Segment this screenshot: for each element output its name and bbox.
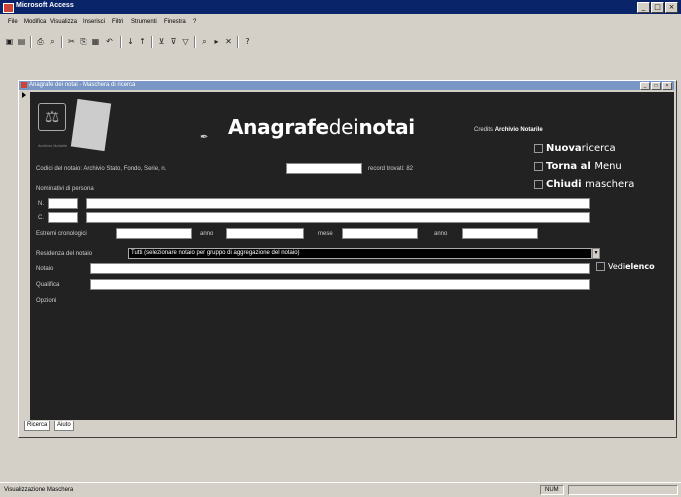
minimize-button[interactable]: _ <box>637 2 650 13</box>
new-record-icon[interactable]: ▸ <box>211 36 222 47</box>
estremi-input-3[interactable] <box>342 228 418 239</box>
logo-caption: Archivio Notarile <box>38 143 68 148</box>
menu-bar: File Modifica Visualizza Inserisci Filtr… <box>0 18 681 30</box>
giorno-label: anno <box>434 231 448 237</box>
status-bar: Visualizzazione Maschera NUM <box>0 482 681 497</box>
app-title: Microsoft Access <box>16 2 74 9</box>
status-mode: NUM <box>545 487 559 493</box>
seal-icon: ⚖ <box>38 103 66 131</box>
estremi-label: Estremi cronologici <box>36 231 87 237</box>
notaio-input[interactable] <box>90 263 590 274</box>
find-icon[interactable]: ⌕ <box>199 36 210 47</box>
form-window-titlebar[interactable]: Anagrafe dei notai - Maschera di ricerca… <box>19 81 674 90</box>
access-app-icon <box>3 3 14 13</box>
close-button[interactable]: × <box>665 2 678 13</box>
back-to-menu-button[interactable]: Torna al Menu <box>534 161 622 172</box>
menu-icon <box>534 161 543 171</box>
notaio-label: Notaio <box>36 266 54 272</box>
preview-icon[interactable]: ⌕ <box>47 36 58 47</box>
copy-icon[interactable]: ⎘ <box>78 36 89 47</box>
sort-ascending-icon[interactable]: ↓ <box>125 36 136 47</box>
status-text: Visualizzazione Maschera <box>4 487 74 493</box>
view-list-button[interactable]: Vedielenco <box>596 262 655 271</box>
cognome-short-input[interactable] <box>48 198 78 209</box>
persona-label: Nominativi di persona <box>36 186 94 192</box>
print-icon[interactable]: ⎙ <box>35 36 46 47</box>
title-bar: Microsoft Access _ □ × <box>0 0 681 14</box>
form-window-title: Anagrafe dei notai - Maschera di ricerca <box>29 82 136 88</box>
paste-icon[interactable]: ▦ <box>90 36 101 47</box>
menu-help[interactable]: ? <box>193 19 196 25</box>
close-form-button[interactable]: Chiudi maschera <box>534 179 634 190</box>
list-icon <box>596 262 605 271</box>
chevron-down-icon[interactable]: ▼ <box>592 248 600 259</box>
child-close-button[interactable]: × <box>662 82 672 90</box>
menu-modifica[interactable]: Modifica <box>24 19 46 25</box>
maximize-button[interactable]: □ <box>651 2 664 13</box>
estremi-input-2[interactable] <box>226 228 304 239</box>
status-pane-empty <box>568 485 678 495</box>
filter-selection-icon[interactable]: ⊻ <box>156 36 167 47</box>
logo: ⚖ Archivio Notarile <box>38 95 118 153</box>
menu-inserisci[interactable]: Inserisci <box>83 19 105 25</box>
record-selector-icon[interactable] <box>22 92 26 98</box>
delete-record-icon[interactable]: ✕ <box>223 36 234 47</box>
row1-label: N. <box>38 201 44 207</box>
menu-filtri[interactable]: Filtri <box>112 19 123 25</box>
codice-input[interactable] <box>286 163 362 174</box>
menu-strumenti[interactable]: Strumenti <box>131 19 157 25</box>
child-maximize-button[interactable]: □ <box>651 82 661 90</box>
nome-short-input[interactable] <box>48 212 78 223</box>
opzioni-label: Opzioni <box>36 298 57 304</box>
qualifica-label: Qualifica <box>36 282 60 288</box>
row2-label: C. <box>38 215 44 221</box>
estremi-input-4[interactable] <box>462 228 538 239</box>
child-minimize-button[interactable]: _ <box>640 82 650 90</box>
menu-visualizza[interactable]: Visualizza <box>50 19 77 25</box>
residenza-label: Residenza del notaio <box>36 251 93 257</box>
close-form-icon <box>534 179 543 189</box>
save-icon[interactable]: ▤ <box>16 36 27 47</box>
qualifica-input[interactable] <box>90 279 590 290</box>
toolbar: ▣ ▤ ⎙ ⌕ ✂ ⎘ ▦ ↶ ↓ ↑ ⊻ ⊽ ▽ ⌕ ▸ ✕ ? <box>0 34 681 50</box>
search-icon <box>534 143 543 153</box>
codice-label: Codici del notaio: Archivio Stato, Fondo… <box>36 166 167 172</box>
dal-label: anno <box>200 231 214 237</box>
form-title: Anagrafedeinotai <box>228 115 415 139</box>
document-image <box>70 98 112 152</box>
pen-icon: ✒ <box>200 132 209 143</box>
al-label: mese <box>318 231 333 237</box>
cognome-input[interactable] <box>86 198 590 209</box>
apply-filter-icon[interactable]: ▽ <box>180 36 191 47</box>
tab-aiuto[interactable]: Aiuto <box>54 421 74 431</box>
help-icon[interactable]: ? <box>242 36 253 47</box>
design-view-icon[interactable]: ▣ <box>4 36 15 47</box>
menu-finestra[interactable]: Finestra <box>164 19 186 25</box>
nome-input[interactable] <box>86 212 590 223</box>
menu-file[interactable]: File <box>8 19 18 25</box>
estremi-input-1[interactable] <box>116 228 192 239</box>
sort-descending-icon[interactable]: ↑ <box>137 36 148 47</box>
cut-icon[interactable]: ✂ <box>66 36 77 47</box>
credit-text: Credits Archivio Notarile <box>474 127 543 133</box>
residenza-select[interactable]: Tutti (selezionare notaio per gruppo di … <box>128 248 592 259</box>
record-count-label: record trovati: 82 <box>368 166 414 172</box>
tab-ricerca[interactable]: Ricerca <box>24 421 51 431</box>
undo-icon[interactable]: ↶ <box>104 36 115 47</box>
form-icon <box>21 82 27 88</box>
new-search-button[interactable]: Nuovaricerca <box>534 143 616 154</box>
filter-form-icon[interactable]: ⊽ <box>168 36 179 47</box>
